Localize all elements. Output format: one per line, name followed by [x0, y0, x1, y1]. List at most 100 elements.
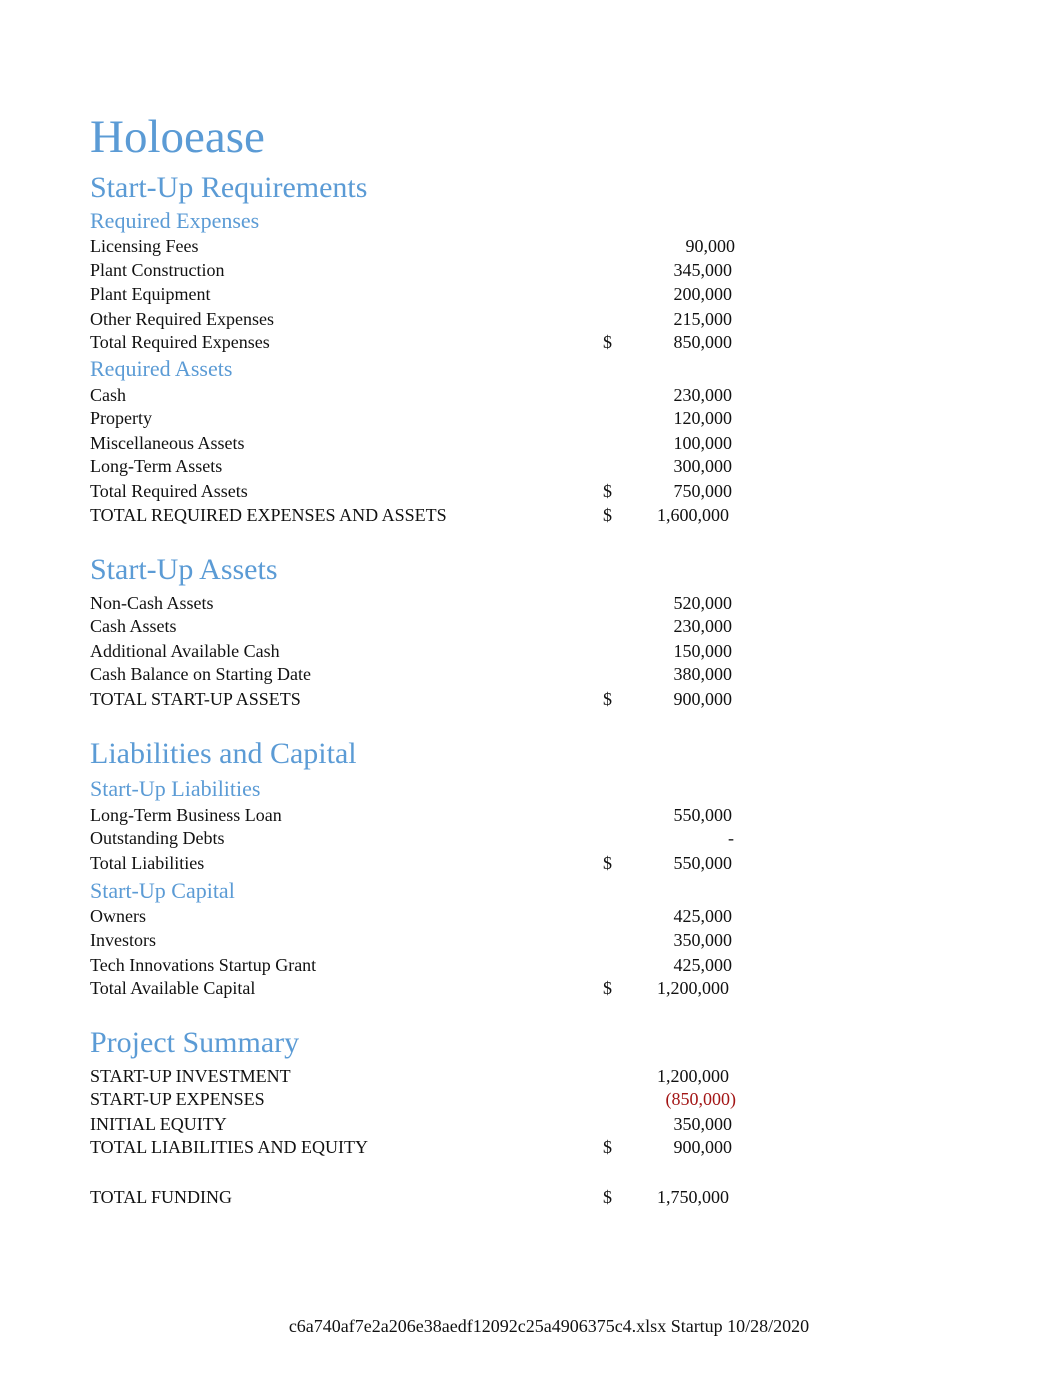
table-row: Plant Equipment 200,000: [90, 282, 760, 306]
row-label: Plant Equipment: [90, 284, 211, 304]
currency-symbol: $: [603, 853, 612, 873]
table-row: Tech Innovations Startup Grant 425,000: [90, 953, 760, 977]
row-value: 425,000: [673, 906, 733, 926]
subsection-title-required-assets: Required Assets: [90, 356, 233, 381]
row-value: 520,000: [673, 593, 733, 613]
table-row: Miscellaneous Assets 100,000: [90, 431, 760, 455]
row-value: 550,000: [673, 853, 733, 873]
row-label: Additional Available Cash: [90, 641, 280, 661]
subsection-title-startup-liabilities: Start-Up Liabilities: [90, 776, 261, 801]
table-row: Additional Available Cash 150,000: [90, 639, 760, 663]
table-row: Non-Cash Assets 520,000: [90, 591, 760, 615]
table-row: Cash Assets 230,000: [90, 614, 760, 638]
row-value: 90,000: [685, 236, 736, 256]
total-row: Total Available Capital $ 1,200,000: [90, 976, 760, 1000]
table-row: START-UP INVESTMENT 1,200,000: [90, 1064, 760, 1088]
row-label: Owners: [90, 906, 146, 926]
total-row: TOTAL LIABILITIES AND EQUITY $ 900,000: [90, 1135, 760, 1159]
table-row: Investors 350,000: [90, 928, 760, 952]
currency-symbol: $: [603, 505, 612, 525]
row-label: Property: [90, 408, 152, 428]
row-value: 100,000: [673, 433, 733, 453]
row-label: Non-Cash Assets: [90, 593, 214, 613]
row-value: 230,000: [673, 616, 733, 636]
grand-total-row: TOTAL REQUIRED EXPENSES AND ASSETS $ 1,6…: [90, 503, 760, 527]
subsection-title-required-expenses: Required Expenses: [90, 208, 260, 233]
table-row: Owners 425,000: [90, 904, 760, 928]
table-row: Long-Term Business Loan 550,000: [90, 803, 760, 827]
table-row: Plant Construction 345,000: [90, 258, 760, 282]
subsection-title-startup-capital: Start-Up Capital: [90, 878, 235, 903]
row-value: 120,000: [673, 408, 733, 428]
table-row: Other Required Expenses 215,000: [90, 307, 760, 331]
total-row: TOTAL START-UP ASSETS $ 900,000: [90, 687, 760, 711]
row-value: -: [728, 828, 734, 848]
row-label: TOTAL FUNDING: [90, 1187, 233, 1207]
row-label: Total Available Capital: [90, 978, 256, 998]
row-label: START-UP EXPENSES: [90, 1089, 265, 1109]
row-value: 380,000: [673, 664, 733, 684]
row-value: 750,000: [673, 481, 733, 501]
row-label: Long-Term Business Loan: [90, 805, 282, 825]
row-label: TOTAL LIABILITIES AND EQUITY: [90, 1137, 369, 1157]
row-value: 350,000: [673, 1114, 733, 1134]
table-row: INITIAL EQUITY 350,000: [90, 1112, 760, 1136]
table-row: Cash 230,000: [90, 383, 760, 407]
currency-symbol: $: [603, 689, 612, 709]
currency-symbol: $: [603, 481, 612, 501]
row-value-negative: (850,000): [665, 1089, 737, 1109]
row-label: TOTAL START-UP ASSETS: [90, 689, 301, 709]
row-label: Total Liabilities: [90, 853, 205, 873]
section-title-liabilities-capital: Liabilities and Capital: [90, 737, 357, 770]
row-label: Cash: [90, 385, 126, 405]
section-title-startup-assets: Start-Up Assets: [90, 553, 278, 586]
row-label: Tech Innovations Startup Grant: [90, 955, 317, 975]
row-value: 215,000: [673, 309, 733, 329]
row-label: Licensing Fees: [90, 236, 199, 256]
currency-symbol: $: [603, 332, 612, 352]
currency-symbol: $: [603, 978, 612, 998]
row-label: Long-Term Assets: [90, 456, 223, 476]
row-label: Cash Balance on Starting Date: [90, 664, 311, 684]
table-row: Cash Balance on Starting Date 380,000: [90, 662, 760, 686]
table-row: Property 120,000: [90, 406, 760, 430]
row-value: 425,000: [673, 955, 733, 975]
row-label: Miscellaneous Assets: [90, 433, 245, 453]
row-value: 850,000: [673, 332, 733, 352]
row-label: Investors: [90, 930, 156, 950]
row-label: TOTAL REQUIRED EXPENSES AND ASSETS: [90, 505, 447, 525]
row-label: Plant Construction: [90, 260, 225, 280]
row-label: Cash Assets: [90, 616, 177, 636]
total-row: Total Required Assets $ 750,000: [90, 479, 760, 503]
table-row: Long-Term Assets 300,000: [90, 454, 760, 478]
funding-row: TOTAL FUNDING $ 1,750,000: [90, 1185, 760, 1209]
row-value: 1,600,000: [657, 505, 729, 525]
section-title-project-summary: Project Summary: [90, 1026, 300, 1059]
row-label: Outstanding Debts: [90, 828, 225, 848]
row-value: 1,200,000: [657, 978, 729, 998]
row-value: 1,200,000: [657, 1066, 729, 1086]
row-value[interactable]: 300,000: [674, 454, 733, 478]
row-value[interactable]: 350,000: [674, 928, 733, 952]
row-value: 1,750,000: [657, 1187, 729, 1207]
row-label: Other Required Expenses: [90, 309, 274, 329]
total-row: Total Liabilities $ 550,000: [90, 851, 760, 875]
table-row: Licensing Fees 90,000: [90, 234, 760, 258]
page-footer: c6a740af7e2a206e38aedf12092c25a4906375c4…: [288, 1316, 810, 1336]
currency-symbol: $: [603, 1137, 612, 1157]
currency-symbol: $: [603, 1187, 612, 1207]
company-title: Holoease: [90, 111, 265, 163]
row-value: 230,000: [673, 385, 733, 405]
row-value: 345,000: [673, 260, 733, 280]
table-row: Outstanding Debts -: [90, 826, 760, 850]
row-label: Total Required Assets: [90, 481, 248, 501]
row-value: 900,000: [673, 689, 733, 709]
row-value: 900,000: [673, 1137, 733, 1157]
total-row: Total Required Expenses $ 850,000: [90, 330, 760, 354]
row-value: 150,000: [673, 641, 733, 661]
section-title-startup-requirements: Start-Up Requirements: [90, 171, 368, 204]
row-value[interactable]: 550,000: [674, 803, 733, 827]
row-label: INITIAL EQUITY: [90, 1114, 227, 1134]
table-row: START-UP EXPENSES (850,000): [90, 1087, 760, 1111]
row-value: 200,000: [673, 284, 733, 304]
